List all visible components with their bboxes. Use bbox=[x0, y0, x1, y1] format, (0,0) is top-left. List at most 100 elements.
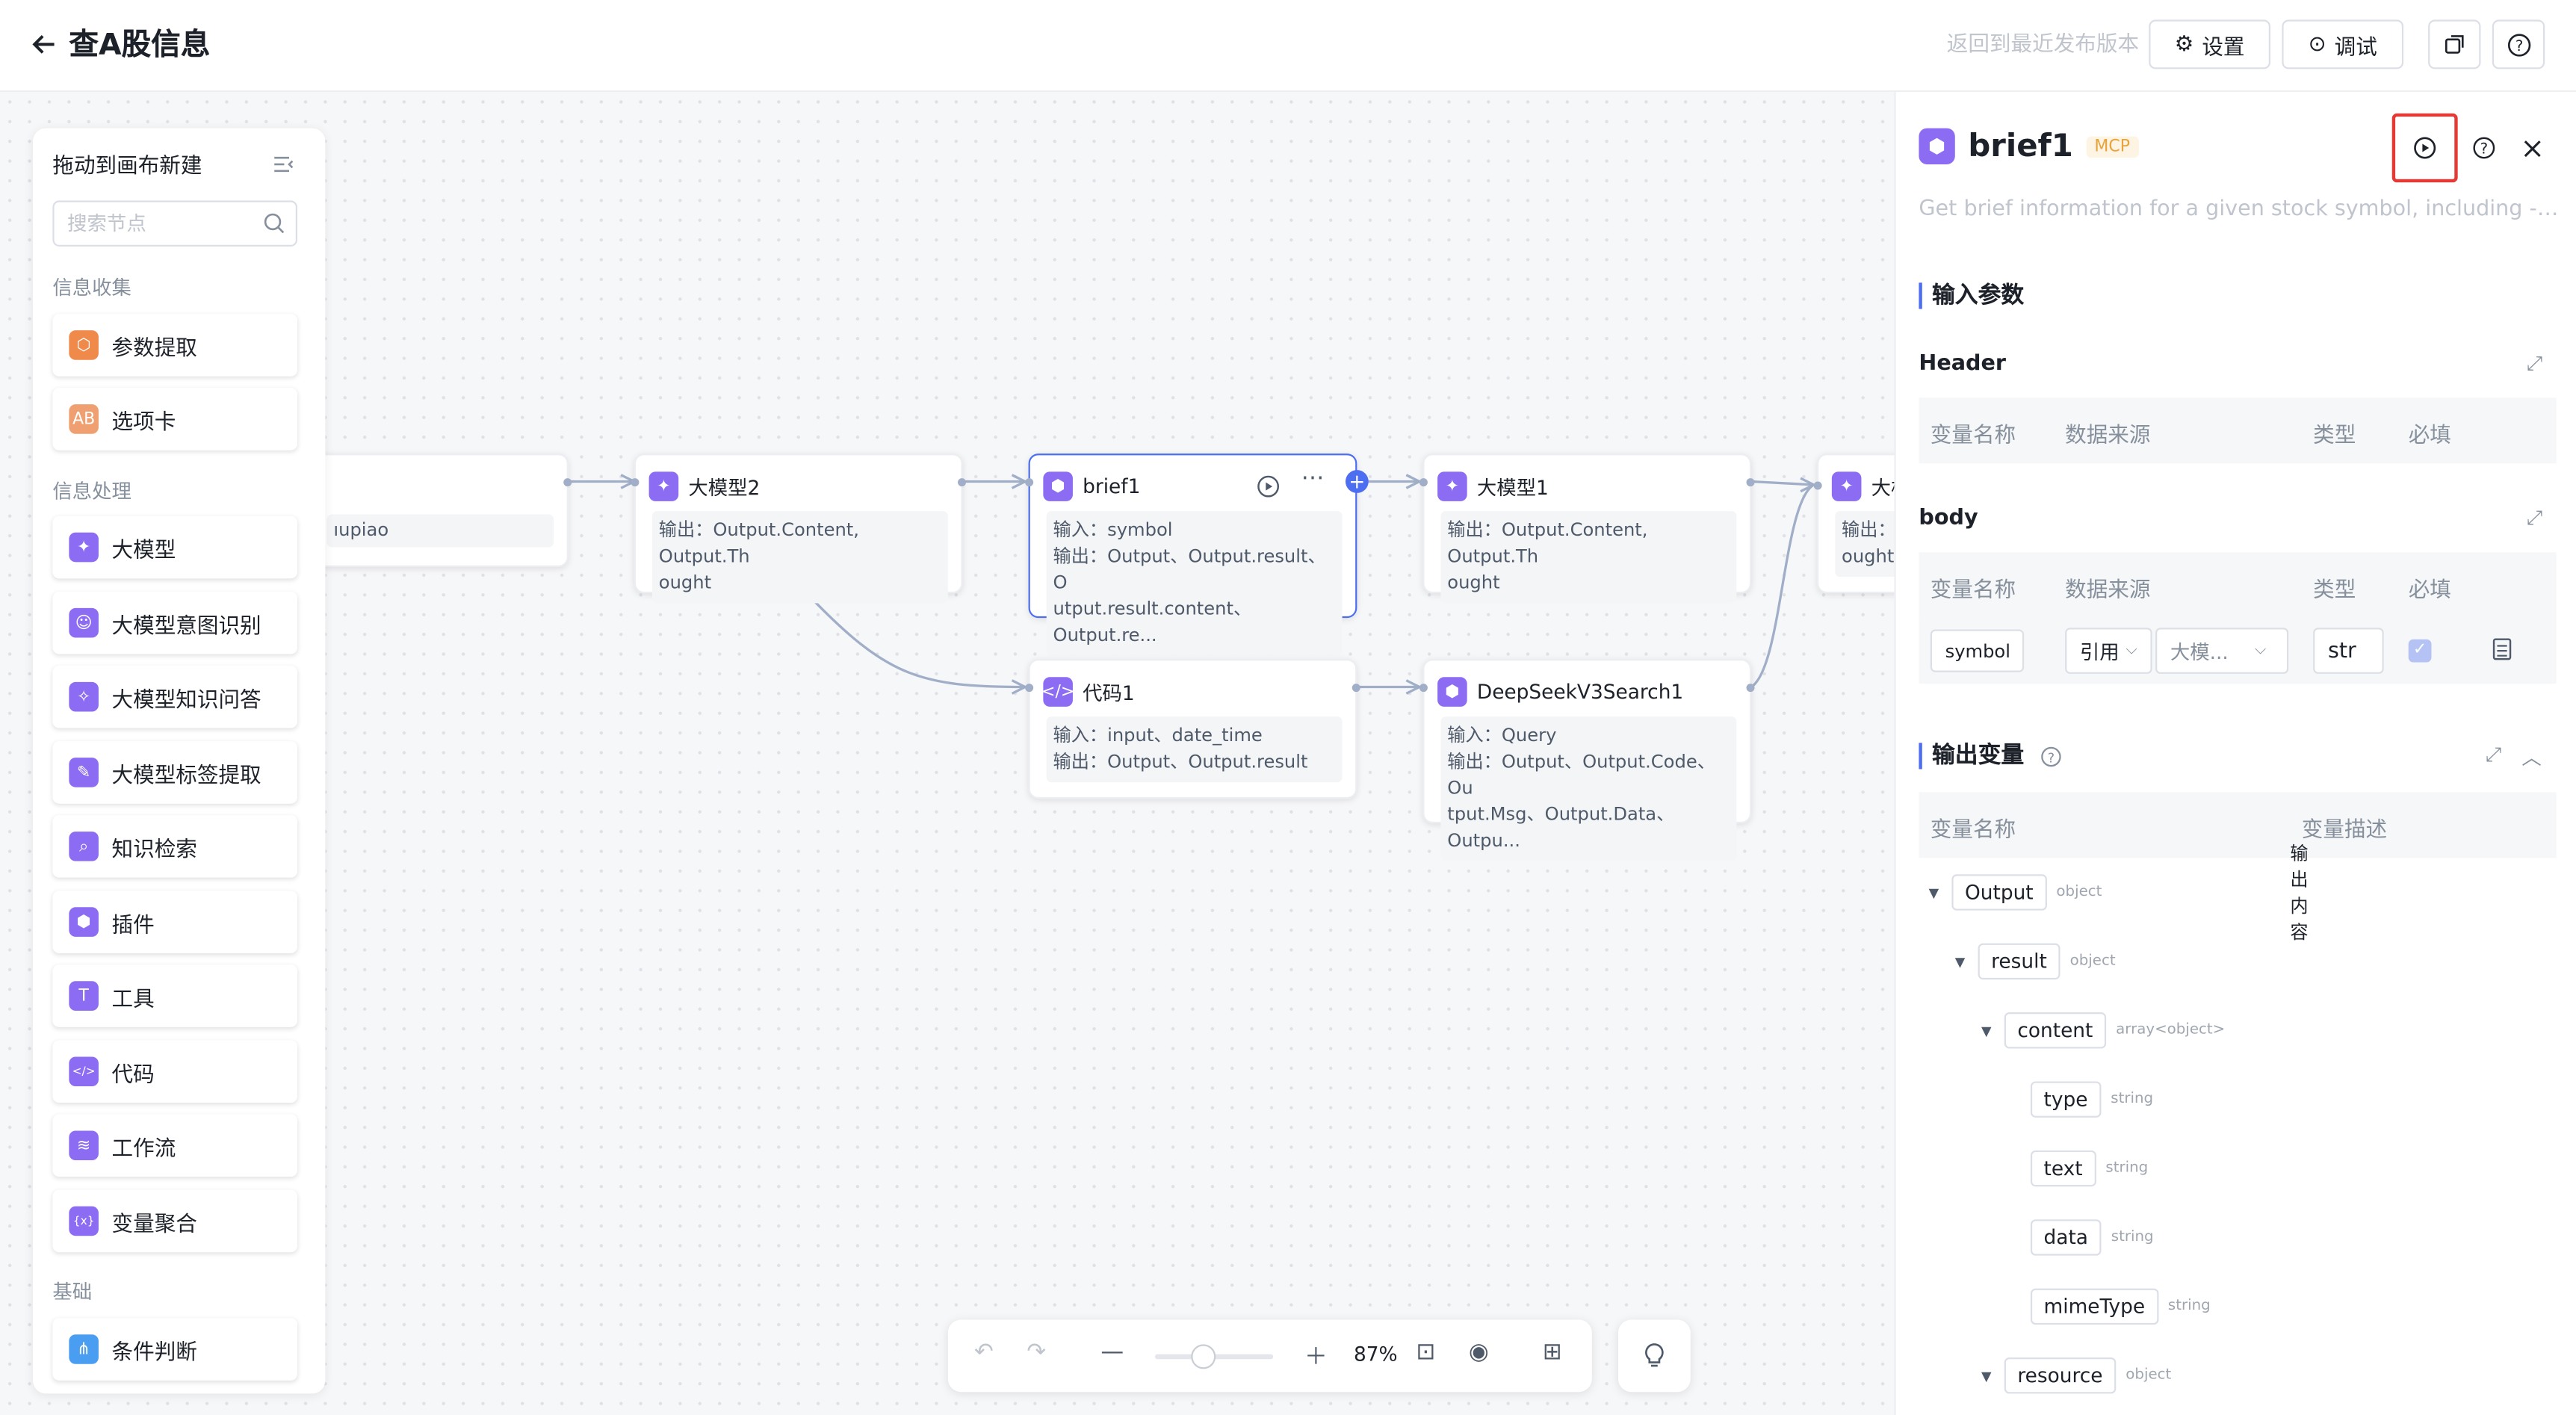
node-palette: 拖动到画布新建 搜索节点 信息收集 信息处理 基础 ⬡ 参数提取 AB 选项卡 ✦ 大模型… bbox=[32, 128, 326, 1394]
column-header: 必填 bbox=[2408, 578, 2451, 604]
caret-down-icon[interactable]: ▼ bbox=[1955, 954, 1969, 969]
source-mode-select[interactable]: 引用 ⌵ bbox=[2065, 628, 2152, 674]
tree-node[interactable]: type string bbox=[2007, 1081, 2153, 1118]
node-summary: 输出：Output.Content, Output.Th ought bbox=[1440, 511, 1737, 604]
caret-down-icon[interactable]: ▼ bbox=[1981, 1023, 1995, 1038]
node-summary: 输出：Output.Content, Output.Th ought bbox=[651, 511, 948, 604]
run-node-icon[interactable] bbox=[1257, 474, 1280, 498]
expand-icon[interactable]: ⤢ bbox=[2527, 507, 2542, 531]
caret-down-icon[interactable]: ▼ bbox=[1981, 1368, 1995, 1383]
zoom-out-icon[interactable]: — bbox=[1100, 1340, 1124, 1366]
palette-item[interactable]: </> 代码 bbox=[52, 1040, 298, 1103]
param-name-field[interactable]: symbol bbox=[1930, 629, 2025, 672]
palette-item[interactable]: ⬡ 参数提取 bbox=[52, 314, 298, 377]
help-icon[interactable]: ? bbox=[2492, 19, 2545, 69]
sparkle-icon: ✦ bbox=[648, 471, 679, 501]
palette-item[interactable]: T 工具 bbox=[52, 965, 298, 1027]
intent-icon: ☺ bbox=[69, 607, 99, 638]
palette-item[interactable]: {x} 变量聚合 bbox=[52, 1189, 298, 1253]
palette-item[interactable]: AB 选项卡 bbox=[52, 388, 298, 450]
input-port[interactable] bbox=[631, 478, 640, 487]
tree-node[interactable]: text string bbox=[2007, 1150, 2149, 1187]
source-value-select[interactable]: 大模... ⌵ bbox=[2155, 628, 2289, 674]
workflow-node-llm2[interactable]: ✦ 大模型2 输出：Output.Content, Output.Th ough… bbox=[631, 453, 967, 604]
palette-item-label: 参数提取 bbox=[111, 335, 197, 361]
info-icon[interactable]: ? bbox=[2040, 743, 2062, 774]
collapse-menu-icon[interactable] bbox=[273, 155, 296, 181]
output-port[interactable] bbox=[563, 478, 572, 487]
redo-icon[interactable]: ↷ bbox=[1027, 1340, 1046, 1366]
sparkle-icon: ✦ bbox=[69, 532, 99, 563]
undo-icon[interactable]: ↶ bbox=[974, 1340, 994, 1366]
layout-grid-icon[interactable]: ⊞ bbox=[1543, 1340, 1562, 1366]
required-checkbox[interactable]: ✓ bbox=[2408, 639, 2432, 663]
input-port[interactable] bbox=[1025, 684, 1034, 693]
variable-icon: {x} bbox=[69, 1206, 99, 1236]
plugin-icon: ⬢ bbox=[1437, 677, 1467, 707]
tree-node[interactable]: ▼ Output object 输出内容 bbox=[1929, 843, 2309, 943]
revert-to-published-link[interactable]: 返回到最近发布版本 bbox=[1947, 33, 2139, 59]
type-field[interactable]: str bbox=[2313, 628, 2384, 674]
chevron-up-icon[interactable]: ︿ bbox=[2521, 743, 2541, 770]
debug-button[interactable]: ⊙ 调试 bbox=[2282, 19, 2404, 69]
variable-type: array<object> bbox=[2116, 1022, 2226, 1039]
zoom-slider-handle[interactable] bbox=[1191, 1344, 1216, 1369]
input-port[interactable] bbox=[1419, 478, 1428, 487]
column-header: 数据来源 bbox=[2065, 578, 2151, 604]
close-icon[interactable] bbox=[2521, 134, 2543, 166]
tree-node[interactable]: ▼ resource object bbox=[1981, 1357, 2171, 1394]
node-search-input[interactable]: 搜索节点 bbox=[52, 200, 298, 247]
run-node-button[interactable] bbox=[2391, 113, 2458, 183]
workflow-node-llm1[interactable]: ✦ 大模型1 输出：Output.Content, Output.Th ough… bbox=[1419, 453, 1755, 604]
zoom-slider[interactable] bbox=[1154, 1344, 1274, 1369]
palette-item[interactable]: ✧ 大模型知识问答 bbox=[52, 665, 298, 728]
expand-icon[interactable]: ⤢ bbox=[2486, 743, 2501, 767]
add-node-icon[interactable]: + bbox=[1345, 470, 1369, 493]
palette-item[interactable]: ⋔ 条件判断 bbox=[52, 1318, 298, 1381]
settings-button[interactable]: ⚙ 设置 bbox=[2149, 19, 2270, 69]
output-vars-title: 输出变量 bbox=[1919, 743, 2024, 770]
palette-item[interactable]: ✦ 大模型 bbox=[52, 515, 298, 579]
source-value: 大模... bbox=[2170, 640, 2229, 663]
tree-node[interactable]: ▼ result object bbox=[1955, 943, 2116, 980]
eye-icon[interactable]: ◉ bbox=[1469, 1340, 1489, 1366]
palette-item[interactable]: ⌕ 知识检索 bbox=[52, 815, 298, 878]
workflow-node-brief1[interactable]: ⬢ brief1 ⋯ 输入：symbol 输出：Output、Output.re… bbox=[1025, 453, 1369, 656]
palette-item[interactable]: ⬢ 插件 bbox=[52, 891, 298, 953]
more-icon[interactable]: ⋯ bbox=[1301, 465, 1325, 492]
fit-view-icon[interactable]: ⊡ bbox=[1417, 1340, 1436, 1366]
tree-node[interactable]: data string bbox=[2007, 1219, 2154, 1256]
document-icon[interactable] bbox=[2492, 636, 2512, 667]
zoom-level: 87% bbox=[1353, 1343, 1398, 1366]
arrow-left-icon[interactable] bbox=[30, 30, 63, 63]
tree-node[interactable]: ▼ content array<object> bbox=[1981, 1012, 2226, 1049]
workflow-node-code1[interactable]: </> 代码1 输入：input、date_time 输出：Output、Out… bbox=[1025, 659, 1360, 799]
output-port[interactable] bbox=[1746, 478, 1755, 487]
plugin-icon: ⬢ bbox=[1043, 471, 1073, 501]
variable-type: string bbox=[2105, 1160, 2149, 1177]
output-port[interactable] bbox=[958, 478, 967, 487]
node-summary-line: tput.Msg、Output.Data、Outpu... bbox=[1447, 803, 1675, 852]
input-port[interactable] bbox=[1813, 481, 1822, 490]
lightbulb-icon[interactable] bbox=[1617, 1319, 1691, 1393]
expand-icon[interactable]: ⤢ bbox=[2527, 352, 2542, 377]
output-port[interactable] bbox=[1746, 684, 1755, 693]
tree-node[interactable]: mimeType string bbox=[2007, 1288, 2211, 1325]
workflow-icon: ≋ bbox=[69, 1130, 99, 1161]
copy-icon[interactable] bbox=[2428, 19, 2481, 69]
workflow-node-deepseek[interactable]: ⬢ DeepSeekV3Search1 输入：Query 输出：Output、O… bbox=[1419, 659, 1755, 861]
input-port[interactable] bbox=[1419, 684, 1428, 693]
caret-down-icon[interactable]: ▼ bbox=[1929, 885, 1942, 900]
input-port[interactable] bbox=[1025, 478, 1034, 487]
node-title: 大模型1 bbox=[1476, 475, 1549, 499]
play-circle-icon: ⊙ bbox=[2308, 31, 2326, 57]
output-port[interactable] bbox=[1352, 684, 1360, 693]
node-summary-line: 输出：Output、Output.result bbox=[1053, 751, 1308, 772]
column-header: 必填 bbox=[2408, 424, 2451, 449]
help-icon[interactable]: ? bbox=[2472, 134, 2495, 166]
zoom-in-icon[interactable]: ＋ bbox=[1304, 1340, 1328, 1372]
variable-type: object bbox=[2056, 884, 2102, 901]
palette-item[interactable]: ✎ 大模型标签提取 bbox=[52, 741, 298, 804]
palette-item[interactable]: ☺ 大模型意图识别 bbox=[52, 591, 298, 654]
palette-item[interactable]: ≋ 工作流 bbox=[52, 1114, 298, 1177]
